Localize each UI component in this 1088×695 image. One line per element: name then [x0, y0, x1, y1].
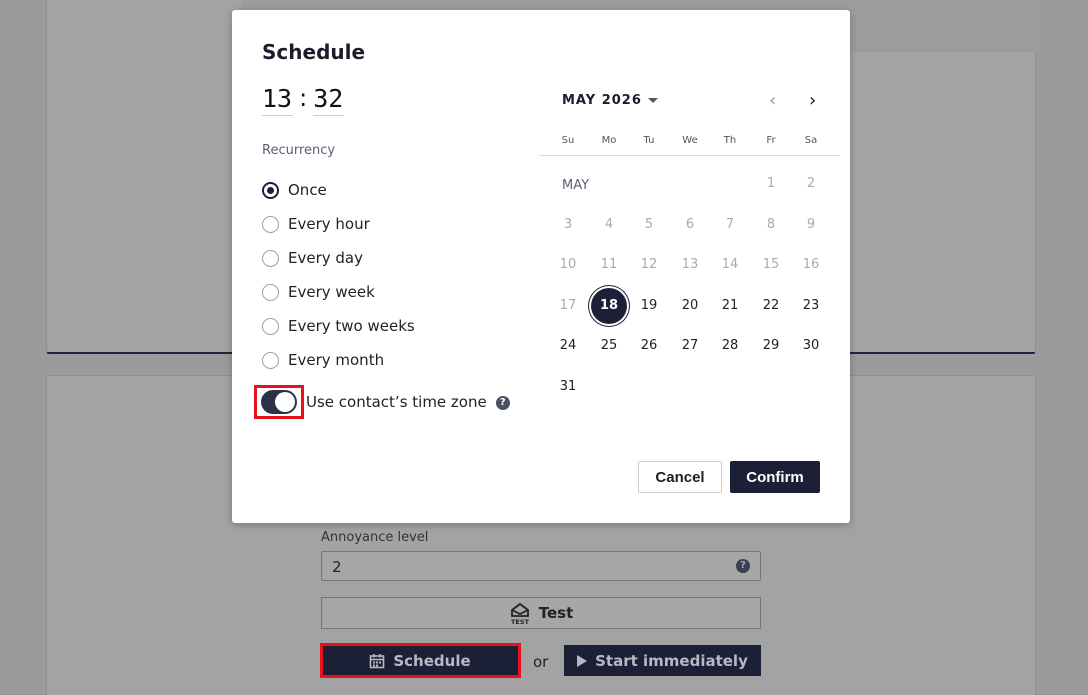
calendar-day[interactable]: 14 — [712, 247, 748, 283]
recurrency-option-label: Every month — [288, 351, 385, 369]
annoyance-level-input[interactable]: 2 ? — [321, 551, 761, 581]
calendar-day[interactable]: 28 — [712, 328, 748, 364]
calendar-day[interactable]: 15 — [753, 247, 789, 283]
weekday-label: Su — [561, 135, 575, 146]
calendar-divider — [539, 155, 840, 156]
schedule-button-highlight — [320, 643, 521, 678]
recurrency-option-label: Every two weeks — [288, 317, 415, 335]
chevron-left-icon[interactable]: ‹ — [769, 92, 776, 110]
calendar-day[interactable]: 8 — [753, 207, 789, 243]
svg-text:TEST: TEST — [511, 618, 530, 625]
toggle-knob — [275, 392, 295, 412]
weekday-label: Mo — [601, 135, 617, 146]
weekday-label: Fr — [766, 135, 776, 146]
help-icon[interactable]: ? — [495, 396, 510, 410]
confirm-button[interactable]: Confirm — [730, 461, 820, 493]
calendar-day[interactable]: 13 — [672, 247, 708, 283]
calendar-day[interactable]: 22 — [753, 288, 789, 324]
radio-button[interactable] — [262, 351, 279, 369]
calendar-day[interactable]: 25 — [591, 328, 627, 364]
weekday-label: Sa — [804, 135, 818, 146]
timezone-toggle-highlight — [254, 385, 304, 419]
recurrency-option-every-day[interactable]: Every day — [262, 241, 415, 275]
timezone-toggle[interactable] — [261, 390, 297, 414]
timezone-toggle-label: Use contact’s time zone — [306, 393, 487, 411]
cancel-button[interactable]: Cancel — [638, 461, 722, 493]
calendar-month-label: MAY — [562, 178, 590, 193]
help-icon[interactable]: ? — [736, 559, 750, 573]
recurrency-option-every-hour[interactable]: Every hour — [262, 207, 415, 241]
radio-button[interactable] — [262, 215, 279, 233]
recurrency-option-every-week[interactable]: Every week — [262, 275, 415, 309]
time-picker: 13 : 32 — [262, 84, 345, 116]
test-envelope-icon: TEST — [511, 602, 530, 625]
calendar-day[interactable]: 19 — [631, 288, 667, 324]
calendar-day[interactable]: 24 — [550, 328, 586, 364]
start-immediately-button[interactable]: Start immediately — [564, 645, 761, 676]
weekday-label: We — [682, 135, 698, 146]
chevron-right-icon[interactable]: › — [809, 92, 816, 110]
calendar-day[interactable]: 4 — [591, 207, 627, 243]
radio-button[interactable] — [262, 317, 279, 335]
calendar-day[interactable]: 29 — [753, 328, 789, 364]
annoyance-level-value: 2 — [332, 558, 342, 576]
recurrency-option-once[interactable]: Once — [262, 173, 415, 207]
calendar-day-selected[interactable]: 18 — [591, 288, 627, 324]
hour-input[interactable]: 13 — [262, 84, 294, 116]
calendar-day[interactable]: 3 — [550, 207, 586, 243]
test-button-label: Test — [538, 604, 574, 622]
recurrency-option-every-month[interactable]: Every month — [262, 343, 415, 377]
calendar-day[interactable]: 26 — [631, 328, 667, 364]
annoyance-level-label: Annoyance level — [321, 530, 429, 545]
month-year-selector[interactable]: MAY 2026 — [562, 93, 658, 108]
calendar-day[interactable]: 21 — [712, 288, 748, 324]
radio-button[interactable] — [262, 181, 279, 199]
calendar-day[interactable]: 2 — [793, 166, 829, 202]
calendar-day[interactable]: 12 — [631, 247, 667, 283]
start-immediately-label: Start immediately — [595, 651, 748, 670]
calendar-day[interactable]: 9 — [793, 207, 829, 243]
calendar-day[interactable]: 23 — [793, 288, 829, 324]
calendar-day[interactable]: 31 — [550, 369, 586, 405]
recurrency-option-every-two-weeks[interactable]: Every two weeks — [262, 309, 415, 343]
radio-button[interactable] — [262, 249, 279, 267]
calendar-day[interactable]: 10 — [550, 247, 586, 283]
play-icon — [577, 654, 588, 667]
calendar-day[interactable]: 16 — [793, 247, 829, 283]
recurrency-option-label: Every hour — [288, 215, 370, 233]
test-button[interactable]: TEST Test — [321, 597, 761, 629]
calendar-day[interactable]: 20 — [672, 288, 708, 324]
weekday-label: Tu — [643, 135, 655, 146]
recurrency-option-label: Every week — [288, 283, 375, 301]
calendar-day[interactable]: 17 — [550, 288, 586, 324]
calendar-day[interactable]: 5 — [631, 207, 667, 243]
recurrency-options: Once Every hour Every day Every week Eve… — [262, 173, 415, 377]
calendar-day[interactable]: 7 — [712, 207, 748, 243]
caret-down-icon — [647, 98, 658, 103]
recurrency-option-label: Every day — [288, 249, 363, 267]
calendar-day[interactable]: 27 — [672, 328, 708, 364]
modal-title: Schedule — [262, 40, 366, 64]
or-separator: or — [533, 653, 549, 671]
calendar-day[interactable]: 30 — [793, 328, 829, 364]
calendar-day[interactable]: 6 — [672, 207, 708, 243]
minute-input[interactable]: 32 — [313, 84, 345, 116]
schedule-modal: Schedule 13 : 32 Recurrency Once Every h… — [232, 10, 850, 523]
weekday-label: Th — [723, 135, 737, 146]
month-year-label: MAY 2026 — [562, 93, 642, 108]
timezone-row: Use contact’s time zone ? — [254, 385, 510, 419]
time-separator: : — [299, 84, 308, 112]
radio-button[interactable] — [262, 283, 279, 301]
calendar-day[interactable]: 1 — [753, 166, 789, 202]
recurrency-option-label: Once — [288, 181, 327, 199]
recurrency-label: Recurrency — [262, 143, 336, 158]
calendar-day[interactable]: 11 — [591, 247, 627, 283]
